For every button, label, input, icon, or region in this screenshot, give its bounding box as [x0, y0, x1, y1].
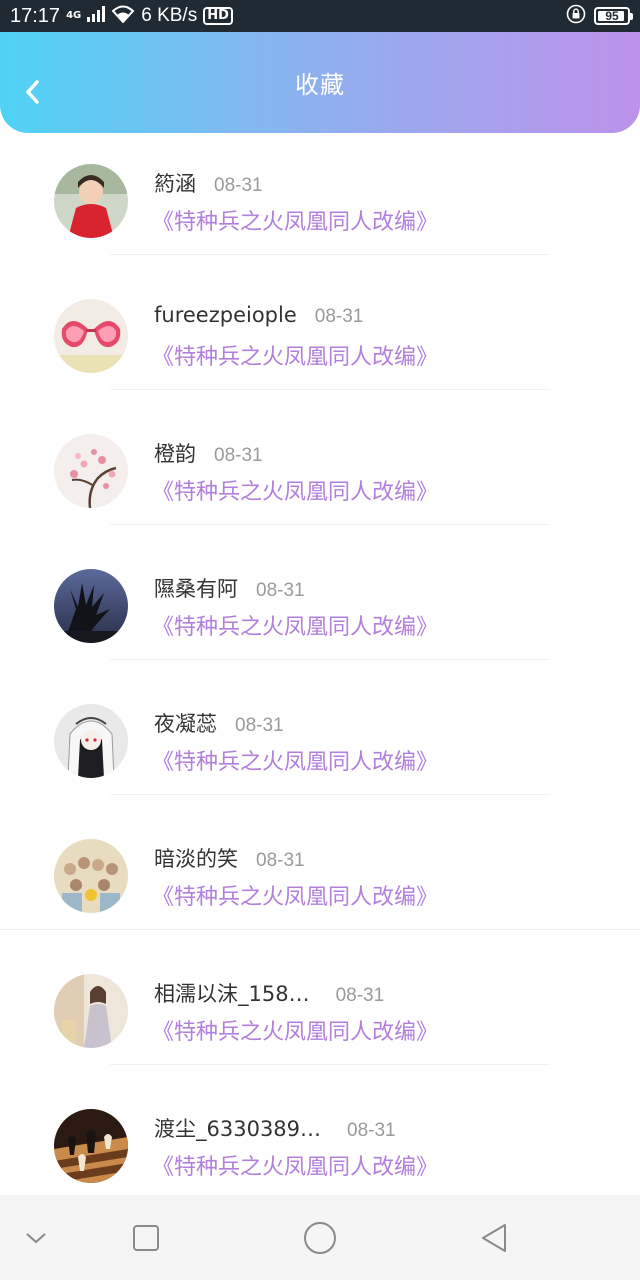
avatar[interactable] [54, 839, 128, 913]
username[interactable]: fureezpeiople [154, 303, 297, 327]
book-title-link[interactable]: 《特种兵之火凤凰同人改编》 [152, 204, 438, 236]
signal-icon [87, 5, 106, 27]
username[interactable]: 暗淡的笑 [154, 843, 238, 873]
book-title-link[interactable]: 《特种兵之火凤凰同人改编》 [152, 1149, 438, 1181]
username[interactable]: 夜凝蕊 [154, 708, 217, 738]
network-type: 4G [66, 10, 82, 21]
avatar[interactable] [54, 434, 128, 508]
avatar[interactable] [54, 974, 128, 1048]
username[interactable]: 箹涵 [154, 168, 196, 198]
book-title-link[interactable]: 《特种兵之火凤凰同人改编》 [152, 744, 438, 776]
name-row: 夜凝蕊 08-31 [154, 708, 284, 738]
name-row: 隰桑有阿 08-31 [154, 573, 305, 603]
avatar[interactable] [54, 1109, 128, 1183]
wifi-icon [111, 5, 135, 28]
book-title-link[interactable]: 《特种兵之火凤凰同人改编》 [152, 474, 438, 506]
rotation-lock-icon [566, 4, 586, 29]
header-bar: 收藏 [0, 32, 640, 133]
hd-icon: HD [203, 7, 233, 25]
list-item[interactable]: 暗淡的笑 08-31 《特种兵之火凤凰同人改编》 [0, 825, 640, 960]
back-button[interactable] [18, 77, 48, 107]
list-item[interactable]: 橙韵 08-31 《特种兵之火凤凰同人改编》 [0, 420, 640, 555]
username[interactable]: 相濡以沫_158… [154, 978, 310, 1008]
battery-level: 95 [605, 9, 619, 23]
name-row: fureezpeiople 08-31 [154, 303, 363, 328]
date: 08-31 [256, 580, 305, 601]
list-item[interactable]: 隰桑有阿 08-31 《特种兵之火凤凰同人改编》 [0, 555, 640, 690]
page-title: 收藏 [295, 71, 345, 99]
home-button[interactable] [290, 1195, 350, 1280]
date: 08-31 [347, 1120, 396, 1141]
divider [110, 524, 550, 525]
back-nav-button[interactable] [464, 1195, 524, 1280]
battery-icon: 95 [594, 7, 633, 25]
divider [110, 659, 550, 660]
name-row: 橙韵 08-31 [154, 438, 263, 468]
status-bar-left: 17:17 4G 6 KB/s HD [10, 5, 233, 28]
status-bar-right: 95 [566, 4, 633, 29]
username[interactable]: 隰桑有阿 [154, 573, 238, 603]
avatar[interactable] [54, 704, 128, 778]
name-row: 相濡以沫_158… 08-31 [154, 978, 384, 1008]
book-title-link[interactable]: 《特种兵之火凤凰同人改编》 [152, 879, 438, 911]
name-row: 箹涵 08-31 [154, 168, 263, 198]
name-row: 渡尘_6330389… 08-31 [154, 1113, 396, 1143]
book-title-link[interactable]: 《特种兵之火凤凰同人改编》 [152, 1014, 438, 1046]
chevron-down-icon [26, 1232, 46, 1243]
circle-icon [304, 1221, 336, 1254]
square-icon [133, 1224, 159, 1251]
book-title-link[interactable]: 《特种兵之火凤凰同人改编》 [152, 609, 438, 641]
divider [110, 1064, 550, 1065]
list-item[interactable]: 夜凝蕊 08-31 《特种兵之火凤凰同人改编》 [0, 690, 640, 825]
avatar[interactable] [54, 569, 128, 643]
divider [110, 389, 550, 390]
system-nav-bar [0, 1195, 640, 1280]
favorites-list: 箹涵 08-31 《特种兵之火凤凰同人改编》 fureezpeiople 08-… [0, 150, 640, 1230]
username[interactable]: 橙韵 [154, 438, 196, 468]
username[interactable]: 渡尘_6330389… [154, 1113, 321, 1143]
divider [110, 794, 550, 795]
date: 08-31 [214, 175, 263, 196]
name-row: 暗淡的笑 08-31 [154, 843, 305, 873]
date: 08-31 [256, 850, 305, 871]
network-speed: 6 KB/s [141, 5, 198, 26]
date: 08-31 [314, 306, 364, 327]
book-title-link[interactable]: 《特种兵之火凤凰同人改编》 [152, 339, 438, 371]
triangle-back-icon [482, 1223, 506, 1252]
divider [110, 254, 550, 255]
avatar[interactable] [54, 164, 128, 238]
avatar[interactable] [54, 299, 128, 373]
chevron-left-icon [26, 80, 39, 104]
date: 08-31 [235, 715, 284, 736]
list-item[interactable]: 箹涵 08-31 《特种兵之火凤凰同人改编》 [0, 150, 640, 285]
status-time: 17:17 [10, 4, 61, 27]
list-item[interactable]: 相濡以沫_158… 08-31 《特种兵之火凤凰同人改编》 [0, 960, 640, 1095]
status-bar: 17:17 4G 6 KB/s HD 95 [0, 0, 640, 32]
date: 08-31 [214, 445, 263, 466]
divider [0, 929, 640, 930]
recent-apps-button[interactable] [116, 1195, 176, 1280]
hide-nav-button[interactable] [6, 1195, 66, 1280]
date: 08-31 [335, 985, 385, 1006]
list-item[interactable]: fureezpeiople 08-31 《特种兵之火凤凰同人改编》 [0, 285, 640, 420]
